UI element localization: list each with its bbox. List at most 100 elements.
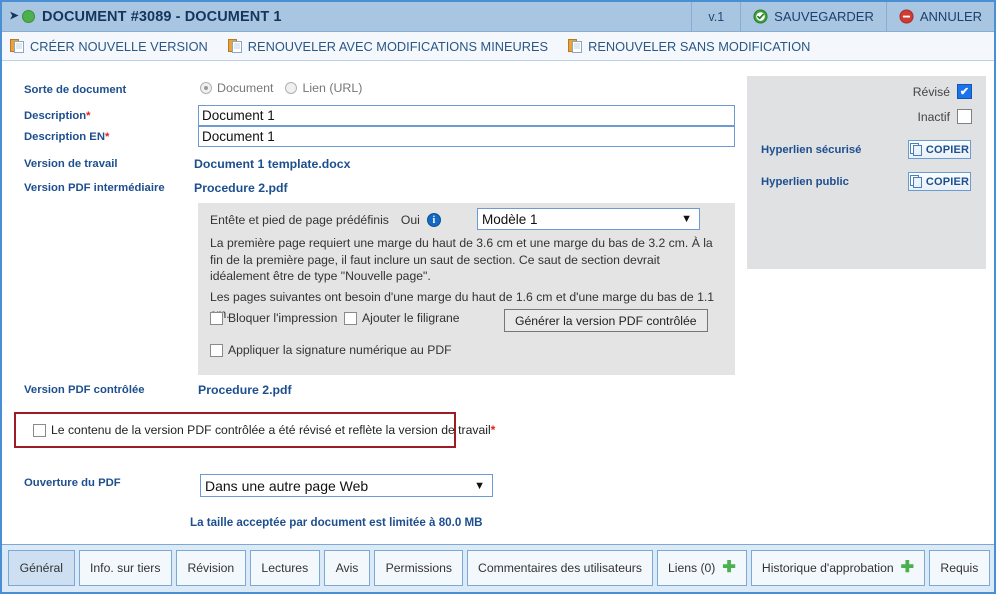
renew-minor-changes-label: RENOUVELER AVEC MODIFICATIONS MINEURES — [247, 38, 549, 54]
signature-numerique-row[interactable]: Appliquer la signature numérique au PDF — [210, 343, 452, 357]
copy-pages-icon — [909, 143, 923, 156]
document-kind-radio-group[interactable]: Document Lien (URL) — [200, 81, 374, 95]
tab-label: Général — [19, 561, 63, 575]
revise-checkbox-row[interactable]: Révisé ✔ — [913, 84, 972, 99]
revise-label: Révisé — [912, 84, 950, 99]
radio-document-label: Document — [217, 81, 274, 95]
attestation-checkbox[interactable] — [33, 423, 46, 437]
form-body: Révisé ✔ Inactif Hyperlien sécurisé COPI… — [2, 62, 994, 544]
tab-label: Lectures — [261, 561, 309, 575]
tab-general[interactable]: Général — [8, 550, 75, 586]
chevron-right-icon[interactable]: ➤ — [6, 11, 22, 22]
hyperlien-public-label-row: Hyperlien public — [761, 176, 849, 188]
create-new-version-action[interactable]: CRÉER NOUVELLE VERSION — [2, 38, 212, 54]
document-form-window: ➤ DOCUMENT #3089 - DOCUMENT 1 v.1 SAUVEG… — [0, 0, 996, 594]
bloquer-impression-label: Bloquer l'impression — [228, 311, 338, 325]
tab-bar: Général Info. sur tiers Révision Lecture… — [2, 544, 994, 592]
inactif-checkbox[interactable] — [957, 109, 972, 124]
tab-historique-approbation[interactable]: Historique d'approbation ✚ — [751, 550, 925, 586]
hyperlink-panel: Révisé ✔ Inactif Hyperlien sécurisé COPI… — [747, 76, 986, 269]
header-footer-value: Oui — [400, 213, 420, 227]
version-pdf-intermediaire-value[interactable]: Procedure 2.pdf — [194, 181, 288, 195]
tab-lectures[interactable]: Lectures — [249, 550, 320, 586]
page-title: DOCUMENT #3089 - DOCUMENT 1 — [42, 8, 282, 25]
generate-controlled-pdf-button[interactable]: Générer la version PDF contrôlée — [504, 309, 708, 332]
signature-numerique-label: Appliquer la signature numérique au PDF — [228, 343, 452, 357]
check-icon: ✔ — [959, 86, 970, 98]
tab-revision[interactable]: Révision — [175, 550, 246, 586]
size-limit-note: La taille acceptée par document est limi… — [190, 516, 483, 529]
plus-icon[interactable]: ✚ — [901, 560, 914, 576]
tab-label: Révision — [187, 561, 235, 575]
green-status-dot — [22, 10, 35, 23]
template-select-wrapper: Modèle 1 ▼ — [477, 208, 700, 230]
bloquer-impression-row[interactable]: Bloquer l'impression — [210, 311, 337, 325]
tab-liens[interactable]: Liens (0) ✚ — [656, 550, 748, 586]
ouverture-du-pdf-label: Ouverture du PDF — [24, 477, 121, 489]
description-input[interactable] — [198, 105, 735, 126]
tab-label: Historique d'approbation — [761, 561, 894, 575]
document-copy-icon — [568, 38, 583, 54]
plus-icon[interactable]: ✚ — [722, 560, 735, 576]
copier-label: COPIER — [925, 143, 970, 156]
tab-avis[interactable]: Avis — [323, 550, 371, 586]
version-de-travail-label: Version de travail — [24, 158, 118, 170]
hyperlien-public-label: Hyperlien public — [761, 176, 849, 188]
description-en-label: Description EN* — [24, 131, 109, 143]
version-pdf-controlee-value[interactable]: Procedure 2.pdf — [198, 383, 292, 397]
version-de-travail-value[interactable]: Document 1 template.docx — [194, 157, 350, 171]
tab-label: Commentaires des utilisateurs — [478, 561, 642, 575]
version-label: v.1 — [708, 9, 725, 24]
check-circle-icon — [753, 9, 768, 24]
description-label-text: Description — [24, 110, 87, 122]
cancel-label: ANNULER — [919, 9, 982, 24]
ajouter-filigrane-row[interactable]: Ajouter le filigrane — [344, 311, 460, 325]
copier-label: COPIER — [925, 175, 970, 188]
window-titlebar: ➤ DOCUMENT #3089 - DOCUMENT 1 v.1 SAUVEG… — [2, 2, 994, 32]
ajouter-filigrane-checkbox[interactable] — [344, 311, 357, 325]
radio-lien-url[interactable] — [285, 82, 298, 94]
document-copy-icon — [10, 38, 25, 54]
ouverture-select-wrapper: Dans une autre page Web ▼ — [200, 474, 493, 497]
tab-label: Requis — [940, 561, 979, 575]
attestation-text: Le contenu de la version PDF contrôlée a… — [51, 423, 495, 437]
template-select[interactable]: Modèle 1 — [477, 208, 700, 230]
info-icon[interactable]: i — [426, 213, 441, 227]
cancel-circle-icon — [899, 9, 914, 24]
copy-public-hyperlink-button[interactable]: COPIER — [908, 172, 971, 191]
attestation-box: Le contenu de la version PDF contrôlée a… — [14, 412, 495, 448]
save-button[interactable]: SAUVEGARDER — [741, 2, 886, 32]
signature-numerique-checkbox[interactable] — [210, 343, 223, 357]
attestation-label-text: Le contenu de la version PDF contrôlée a… — [51, 423, 491, 437]
version-pdf-controlee-label: Version PDF contrôlée — [24, 384, 145, 396]
tab-permissions[interactable]: Permissions — [374, 550, 464, 586]
radio-lien-url-label: Lien (URL) — [302, 81, 363, 95]
tab-label: Liens (0) — [667, 561, 716, 575]
header-footer-label: Entête et pied de page prédéfinis — [210, 213, 389, 227]
description-label: Description* — [24, 110, 91, 122]
bloquer-impression-checkbox[interactable] — [210, 311, 223, 325]
tab-requis[interactable]: Requis — [928, 550, 991, 586]
required-marker: * — [86, 110, 91, 122]
tab-commentaires-utilisateurs[interactable]: Commentaires des utilisateurs — [467, 550, 653, 586]
radio-document[interactable] — [200, 82, 212, 94]
renew-minor-changes-action[interactable]: RENOUVELER AVEC MODIFICATIONS MINEURES — [220, 38, 552, 54]
description-en-label-text: Description EN — [24, 131, 105, 143]
inactif-checkbox-row[interactable]: Inactif — [917, 109, 972, 124]
description-en-input[interactable] — [198, 126, 735, 147]
create-new-version-label: CRÉER NOUVELLE VERSION — [30, 38, 208, 54]
ouverture-select[interactable]: Dans une autre page Web — [200, 474, 493, 497]
save-label: SAUVEGARDER — [774, 9, 874, 24]
required-marker: * — [490, 423, 496, 437]
version-action-toolbar: CRÉER NOUVELLE VERSION RENOUVELER AVEC M… — [2, 32, 994, 61]
copy-secure-hyperlink-button[interactable]: COPIER — [908, 140, 971, 159]
revise-checkbox[interactable]: ✔ — [957, 84, 972, 99]
cancel-button[interactable]: ANNULER — [887, 2, 994, 32]
copy-pages-icon — [909, 175, 923, 188]
tab-label: Info. sur tiers — [90, 561, 161, 575]
inactif-label: Inactif — [917, 109, 950, 124]
hyperlien-securise-label-row: Hyperlien sécurisé — [761, 144, 861, 156]
tab-info-sur-tiers[interactable]: Info. sur tiers — [78, 550, 172, 586]
renew-no-changes-action[interactable]: RENOUVELER SANS MODIFICATION — [560, 38, 814, 54]
tab-label: Permissions — [385, 561, 452, 575]
